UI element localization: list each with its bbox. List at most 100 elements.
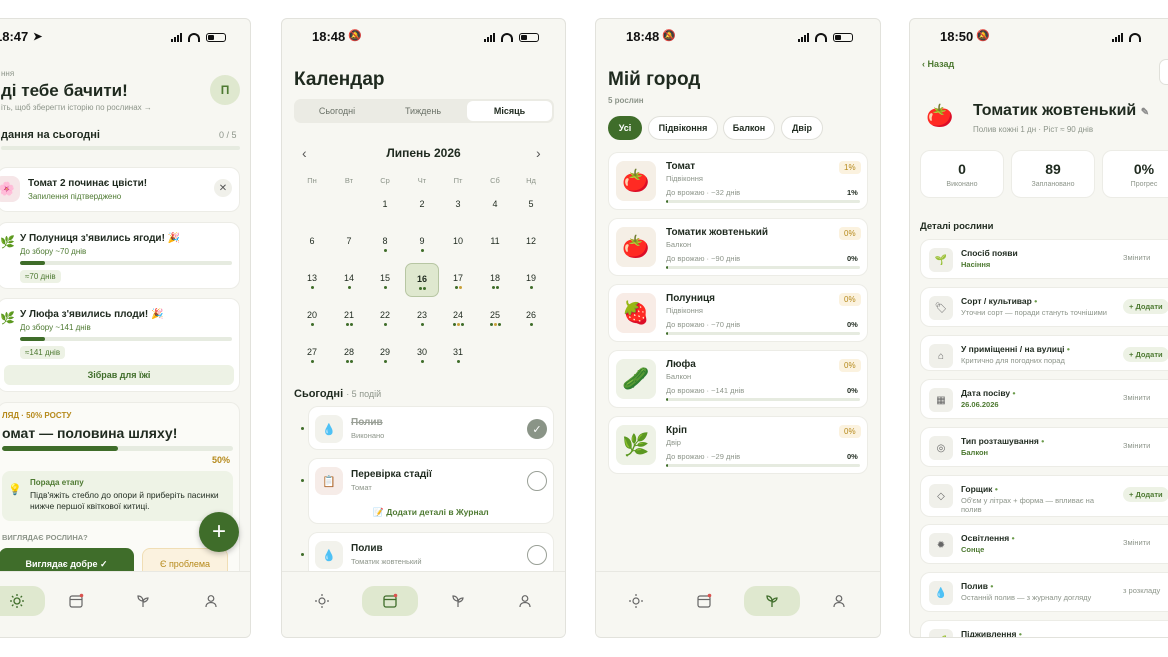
detail-action-button[interactable]: з розкладу bbox=[1123, 586, 1160, 595]
seg-week[interactable]: Тиждень bbox=[380, 99, 466, 123]
detail-action-button[interactable]: Змінити bbox=[1123, 441, 1150, 450]
detail-action-button[interactable]: + Додати bbox=[1123, 299, 1168, 314]
calendar-day[interactable]: 8 bbox=[368, 226, 402, 260]
tab-home[interactable] bbox=[608, 586, 664, 616]
calendar-day[interactable]: 9 bbox=[405, 226, 439, 260]
detail-action-button[interactable]: Змінити bbox=[1123, 538, 1150, 547]
notification-card[interactable]: 🌸 Томат 2 починає цвісти! Запилення підт… bbox=[0, 167, 240, 212]
detail-row[interactable]: ◎ Тип розташування • Балкон Змінити bbox=[920, 427, 1168, 467]
calendar-day[interactable]: 20 bbox=[295, 300, 329, 334]
detail-action-button[interactable]: + Додати bbox=[1123, 347, 1168, 362]
wifi-icon bbox=[501, 33, 513, 42]
plant-name: Томатик жовтенький bbox=[973, 102, 1137, 119]
detail-row[interactable]: ✹ Освітлення • Сонце Змінити bbox=[920, 524, 1168, 564]
calendar-day[interactable]: 21 bbox=[332, 300, 366, 334]
required-dot-icon: • bbox=[990, 581, 994, 591]
calendar-day[interactable]: 27 bbox=[295, 337, 329, 371]
calendar-day[interactable]: 23 bbox=[405, 300, 439, 334]
checkbox[interactable] bbox=[527, 545, 547, 565]
calendar-day[interactable]: 24 bbox=[441, 300, 475, 334]
tab-profile[interactable] bbox=[183, 586, 239, 616]
calendar-day[interactable]: 12 bbox=[514, 226, 548, 260]
add-journal-link[interactable]: 📝 Додати деталі в Журнал bbox=[309, 507, 553, 518]
menu-button[interactable] bbox=[1159, 59, 1168, 85]
detail-value: Насіння bbox=[961, 260, 991, 269]
notification-card[interactable]: 🌿 У Полуниця з'явились ягоди! 🎉 До збору… bbox=[0, 222, 240, 289]
detail-row[interactable]: 🏷 Сорт / культивар • Уточни сорт — поради … bbox=[920, 287, 1168, 327]
filter-yard[interactable]: Двір bbox=[781, 116, 823, 140]
calendar-day[interactable]: 1 bbox=[368, 189, 402, 223]
tab-home[interactable] bbox=[294, 586, 350, 616]
tab-calendar[interactable] bbox=[362, 586, 418, 616]
calendar-day[interactable]: 18 bbox=[478, 263, 512, 297]
greeting-subtitle[interactable]: іть, щоб зберегти історію по рослинах → bbox=[1, 103, 152, 112]
calendar-day[interactable]: 4 bbox=[478, 189, 512, 223]
calendar-day[interactable]: 25 bbox=[478, 300, 512, 334]
tab-home[interactable] bbox=[0, 586, 45, 616]
detail-action-button[interactable]: + Додати bbox=[1123, 487, 1168, 502]
calendar-day[interactable]: 11 bbox=[478, 226, 512, 260]
next-month-icon[interactable]: › bbox=[536, 145, 541, 161]
detail-action-button[interactable]: Змінити bbox=[1123, 253, 1150, 262]
tab-garden[interactable] bbox=[430, 586, 486, 616]
calendar-day[interactable]: 10 bbox=[441, 226, 475, 260]
event-dots bbox=[405, 321, 439, 326]
close-icon[interactable]: ✕ bbox=[214, 179, 232, 197]
calendar-day[interactable]: 15 bbox=[368, 263, 402, 297]
plant-card[interactable]: 🍅 Томат Підвіконня До врожаю · ~32 днів 1% 1% bbox=[608, 152, 868, 210]
add-plus-icon[interactable]: + bbox=[199, 512, 239, 552]
detail-row[interactable]: 💧 Полив • Останній полив — з журналу догля… bbox=[920, 572, 1168, 612]
calendar-day[interactable]: 16 bbox=[405, 263, 439, 297]
plant-card[interactable]: 🍅 Томатик жовтенький Балкон До врожаю · ~90… bbox=[608, 218, 868, 276]
calendar-day[interactable]: 31 bbox=[441, 337, 475, 371]
calendar-day[interactable]: 3 bbox=[441, 189, 475, 223]
plant-card[interactable]: 🌿 Кріп Двір До врожаю · ~29 днів 0% 0% bbox=[608, 416, 868, 474]
detail-row[interactable]: 🌱 Підживлення • з розкладу bbox=[920, 620, 1168, 637]
calendar-day[interactable]: 19 bbox=[514, 263, 548, 297]
plant-card[interactable]: 🍓 Полуниця Підвіконня До врожаю · ~70 днів 0… bbox=[608, 284, 868, 342]
calendar-day[interactable]: 17 bbox=[441, 263, 475, 297]
detail-row[interactable]: ⌂ У приміщенні / на вулиці • Критично для … bbox=[920, 335, 1168, 371]
seg-today[interactable]: Сьогодні bbox=[294, 99, 380, 123]
event-card[interactable]: 💧 Полив Виконано ✓ bbox=[308, 406, 554, 450]
detail-row[interactable]: 🌱 Спосіб появи Насіння Змінити bbox=[920, 239, 1168, 279]
notification-card[interactable]: 🌿 У Люфа з'явились плоди! 🎉 До збору ~14… bbox=[0, 298, 240, 392]
plant-card[interactable]: 🥒 Люфа Балкон До врожаю · ~141 днів 0% 0% bbox=[608, 350, 868, 408]
calendar-day[interactable]: 7 bbox=[332, 226, 366, 260]
tab-profile[interactable] bbox=[811, 586, 867, 616]
calendar-day[interactable]: 29 bbox=[368, 337, 402, 371]
calendar-day[interactable]: 5 bbox=[514, 189, 548, 223]
calendar-day[interactable]: 22 bbox=[368, 300, 402, 334]
calendar-day[interactable]: 6 bbox=[295, 226, 329, 260]
tab-garden[interactable] bbox=[115, 586, 171, 616]
event-dot bbox=[347, 286, 351, 289]
filter-all[interactable]: Усі bbox=[608, 116, 642, 140]
detail-row[interactable]: ◇ Горщик • Об'єм у літрах + форма — вплива… bbox=[920, 475, 1168, 517]
calendar-day[interactable]: 2 bbox=[405, 189, 439, 223]
tab-calendar[interactable] bbox=[48, 586, 104, 616]
seg-month[interactable]: Місяць bbox=[467, 101, 552, 121]
tab-garden[interactable] bbox=[744, 586, 800, 616]
calendar-day[interactable]: 14 bbox=[332, 263, 366, 297]
detail-action-button[interactable]: Змінити bbox=[1123, 393, 1150, 402]
event-card[interactable]: 📋 Перевірка стадії Томат 📝 Додати деталі… bbox=[308, 458, 554, 524]
harvest-eta: До врожаю · ~141 днів bbox=[666, 386, 745, 395]
calendar-day[interactable]: 13 bbox=[295, 263, 329, 297]
filter-balcony[interactable]: Балкон bbox=[723, 116, 775, 140]
checkbox[interactable] bbox=[527, 471, 547, 491]
filter-windowsill[interactable]: Підвіконня bbox=[648, 116, 718, 140]
calendar-day[interactable]: 26 bbox=[514, 300, 548, 334]
edit-pencil-icon[interactable]: ✎ bbox=[1141, 107, 1149, 118]
tab-calendar[interactable] bbox=[676, 586, 732, 616]
back-button[interactable]: ‹ Назад bbox=[922, 59, 954, 69]
detail-action-button[interactable]: з розкладу bbox=[1123, 634, 1160, 637]
avatar[interactable]: П bbox=[210, 75, 240, 105]
harvest-button[interactable]: Зібрав для їжі bbox=[4, 365, 234, 385]
calendar-day[interactable]: 28 bbox=[332, 337, 366, 371]
calendar-day[interactable]: 30 bbox=[405, 337, 439, 371]
checkmark-icon[interactable]: ✓ bbox=[527, 419, 547, 439]
detail-title: Тип розташування • bbox=[961, 436, 1044, 446]
tab-profile[interactable] bbox=[497, 586, 553, 616]
detail-row[interactable]: ▦ Дата посіву • 26.06.2026 Змінити bbox=[920, 379, 1168, 419]
section-title: Деталі рослини bbox=[920, 221, 994, 232]
